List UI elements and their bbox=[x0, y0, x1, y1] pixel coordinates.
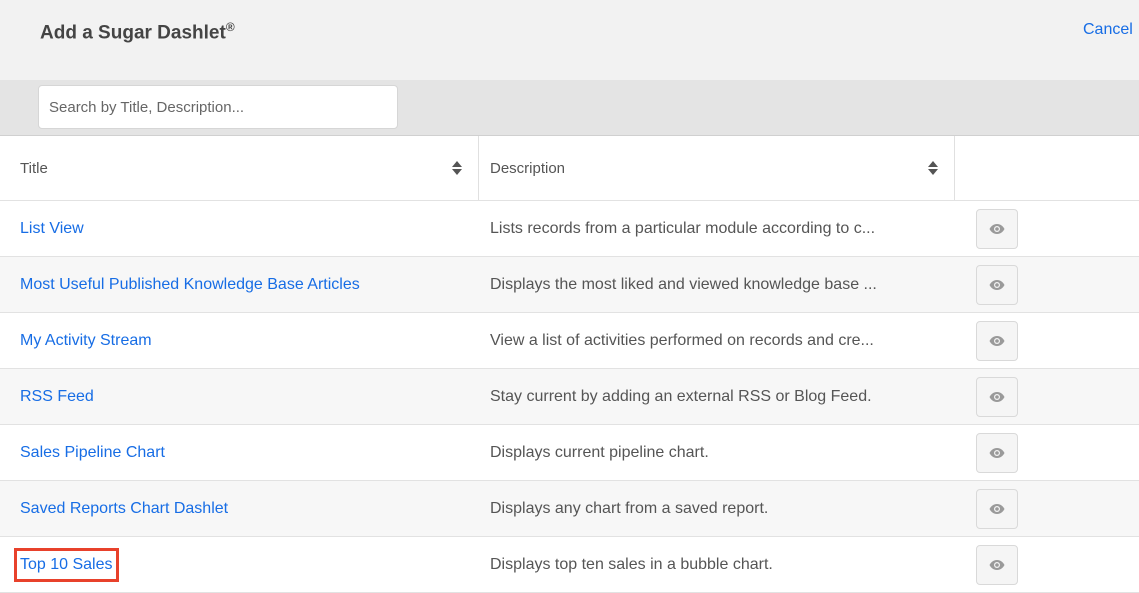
preview-button[interactable] bbox=[976, 264, 1018, 305]
dashlet-description: Displays current pipeline chart. bbox=[490, 443, 709, 461]
eye-icon bbox=[989, 559, 1005, 570]
eye-icon bbox=[989, 335, 1005, 346]
dashlet-table: Title Description List View Lists record… bbox=[0, 136, 1139, 593]
cancel-button[interactable]: Cancel bbox=[1083, 21, 1139, 39]
search-input[interactable] bbox=[38, 85, 398, 129]
preview-button[interactable] bbox=[976, 376, 1018, 417]
preview-button[interactable] bbox=[976, 208, 1018, 249]
dashlet-description: Displays top ten sales in a bubble chart… bbox=[490, 555, 773, 573]
eye-icon bbox=[989, 279, 1005, 290]
eye-icon bbox=[989, 503, 1005, 514]
column-header-title[interactable]: Title bbox=[0, 136, 479, 200]
dashlet-description: Stay current by adding an external RSS o… bbox=[490, 387, 872, 405]
table-row: Sales Pipeline Chart Displays current pi… bbox=[0, 425, 1139, 481]
sort-icon[interactable] bbox=[452, 161, 462, 175]
dashlet-link-top-10-sales[interactable]: Top 10 Sales bbox=[14, 547, 119, 582]
dashlet-description: View a list of activities performed on r… bbox=[490, 331, 874, 349]
table-row: Most Useful Published Knowledge Base Art… bbox=[0, 257, 1139, 313]
eye-icon bbox=[989, 223, 1005, 234]
dashlet-description: Displays any chart from a saved report. bbox=[490, 499, 769, 517]
table-row: Saved Reports Chart Dashlet Displays any… bbox=[0, 481, 1139, 537]
dashlet-link-saved-reports-chart[interactable]: Saved Reports Chart Dashlet bbox=[20, 500, 228, 518]
eye-icon bbox=[989, 391, 1005, 402]
dialog-title: Add a Sugar Dashlet® bbox=[40, 20, 235, 44]
table-row: RSS Feed Stay current by adding an exter… bbox=[0, 369, 1139, 425]
search-bar bbox=[0, 80, 1139, 136]
table-row: Top 10 Sales Displays top ten sales in a… bbox=[0, 537, 1139, 593]
column-header-actions bbox=[955, 136, 1139, 200]
column-header-title-label: Title bbox=[20, 159, 48, 177]
preview-button[interactable] bbox=[976, 488, 1018, 529]
column-header-description-label: Description bbox=[490, 159, 566, 177]
sort-icon[interactable] bbox=[928, 161, 938, 175]
preview-button[interactable] bbox=[976, 320, 1018, 361]
dashlet-link-rss-feed[interactable]: RSS Feed bbox=[20, 388, 94, 406]
table-row: List View Lists records from a particula… bbox=[0, 201, 1139, 257]
table-header-row: Title Description bbox=[0, 136, 1139, 201]
dashlet-link-most-useful-kb-articles[interactable]: Most Useful Published Knowledge Base Art… bbox=[20, 276, 360, 294]
table-row: My Activity Stream View a list of activi… bbox=[0, 313, 1139, 369]
registered-mark: ® bbox=[225, 20, 235, 34]
dashlet-link-sales-pipeline-chart[interactable]: Sales Pipeline Chart bbox=[20, 444, 165, 462]
dashlet-link-my-activity-stream[interactable]: My Activity Stream bbox=[20, 332, 152, 350]
dashlet-dialog-header: Add a Sugar Dashlet® Cancel bbox=[0, 0, 1139, 80]
preview-button[interactable] bbox=[976, 544, 1018, 585]
eye-icon bbox=[989, 447, 1005, 458]
dashlet-description: Lists records from a particular module a… bbox=[490, 219, 876, 237]
preview-button[interactable] bbox=[976, 432, 1018, 473]
dashlet-description: Displays the most liked and viewed knowl… bbox=[490, 275, 877, 293]
dashlet-link-list-view[interactable]: List View bbox=[20, 220, 84, 238]
column-header-description[interactable]: Description bbox=[479, 136, 955, 200]
